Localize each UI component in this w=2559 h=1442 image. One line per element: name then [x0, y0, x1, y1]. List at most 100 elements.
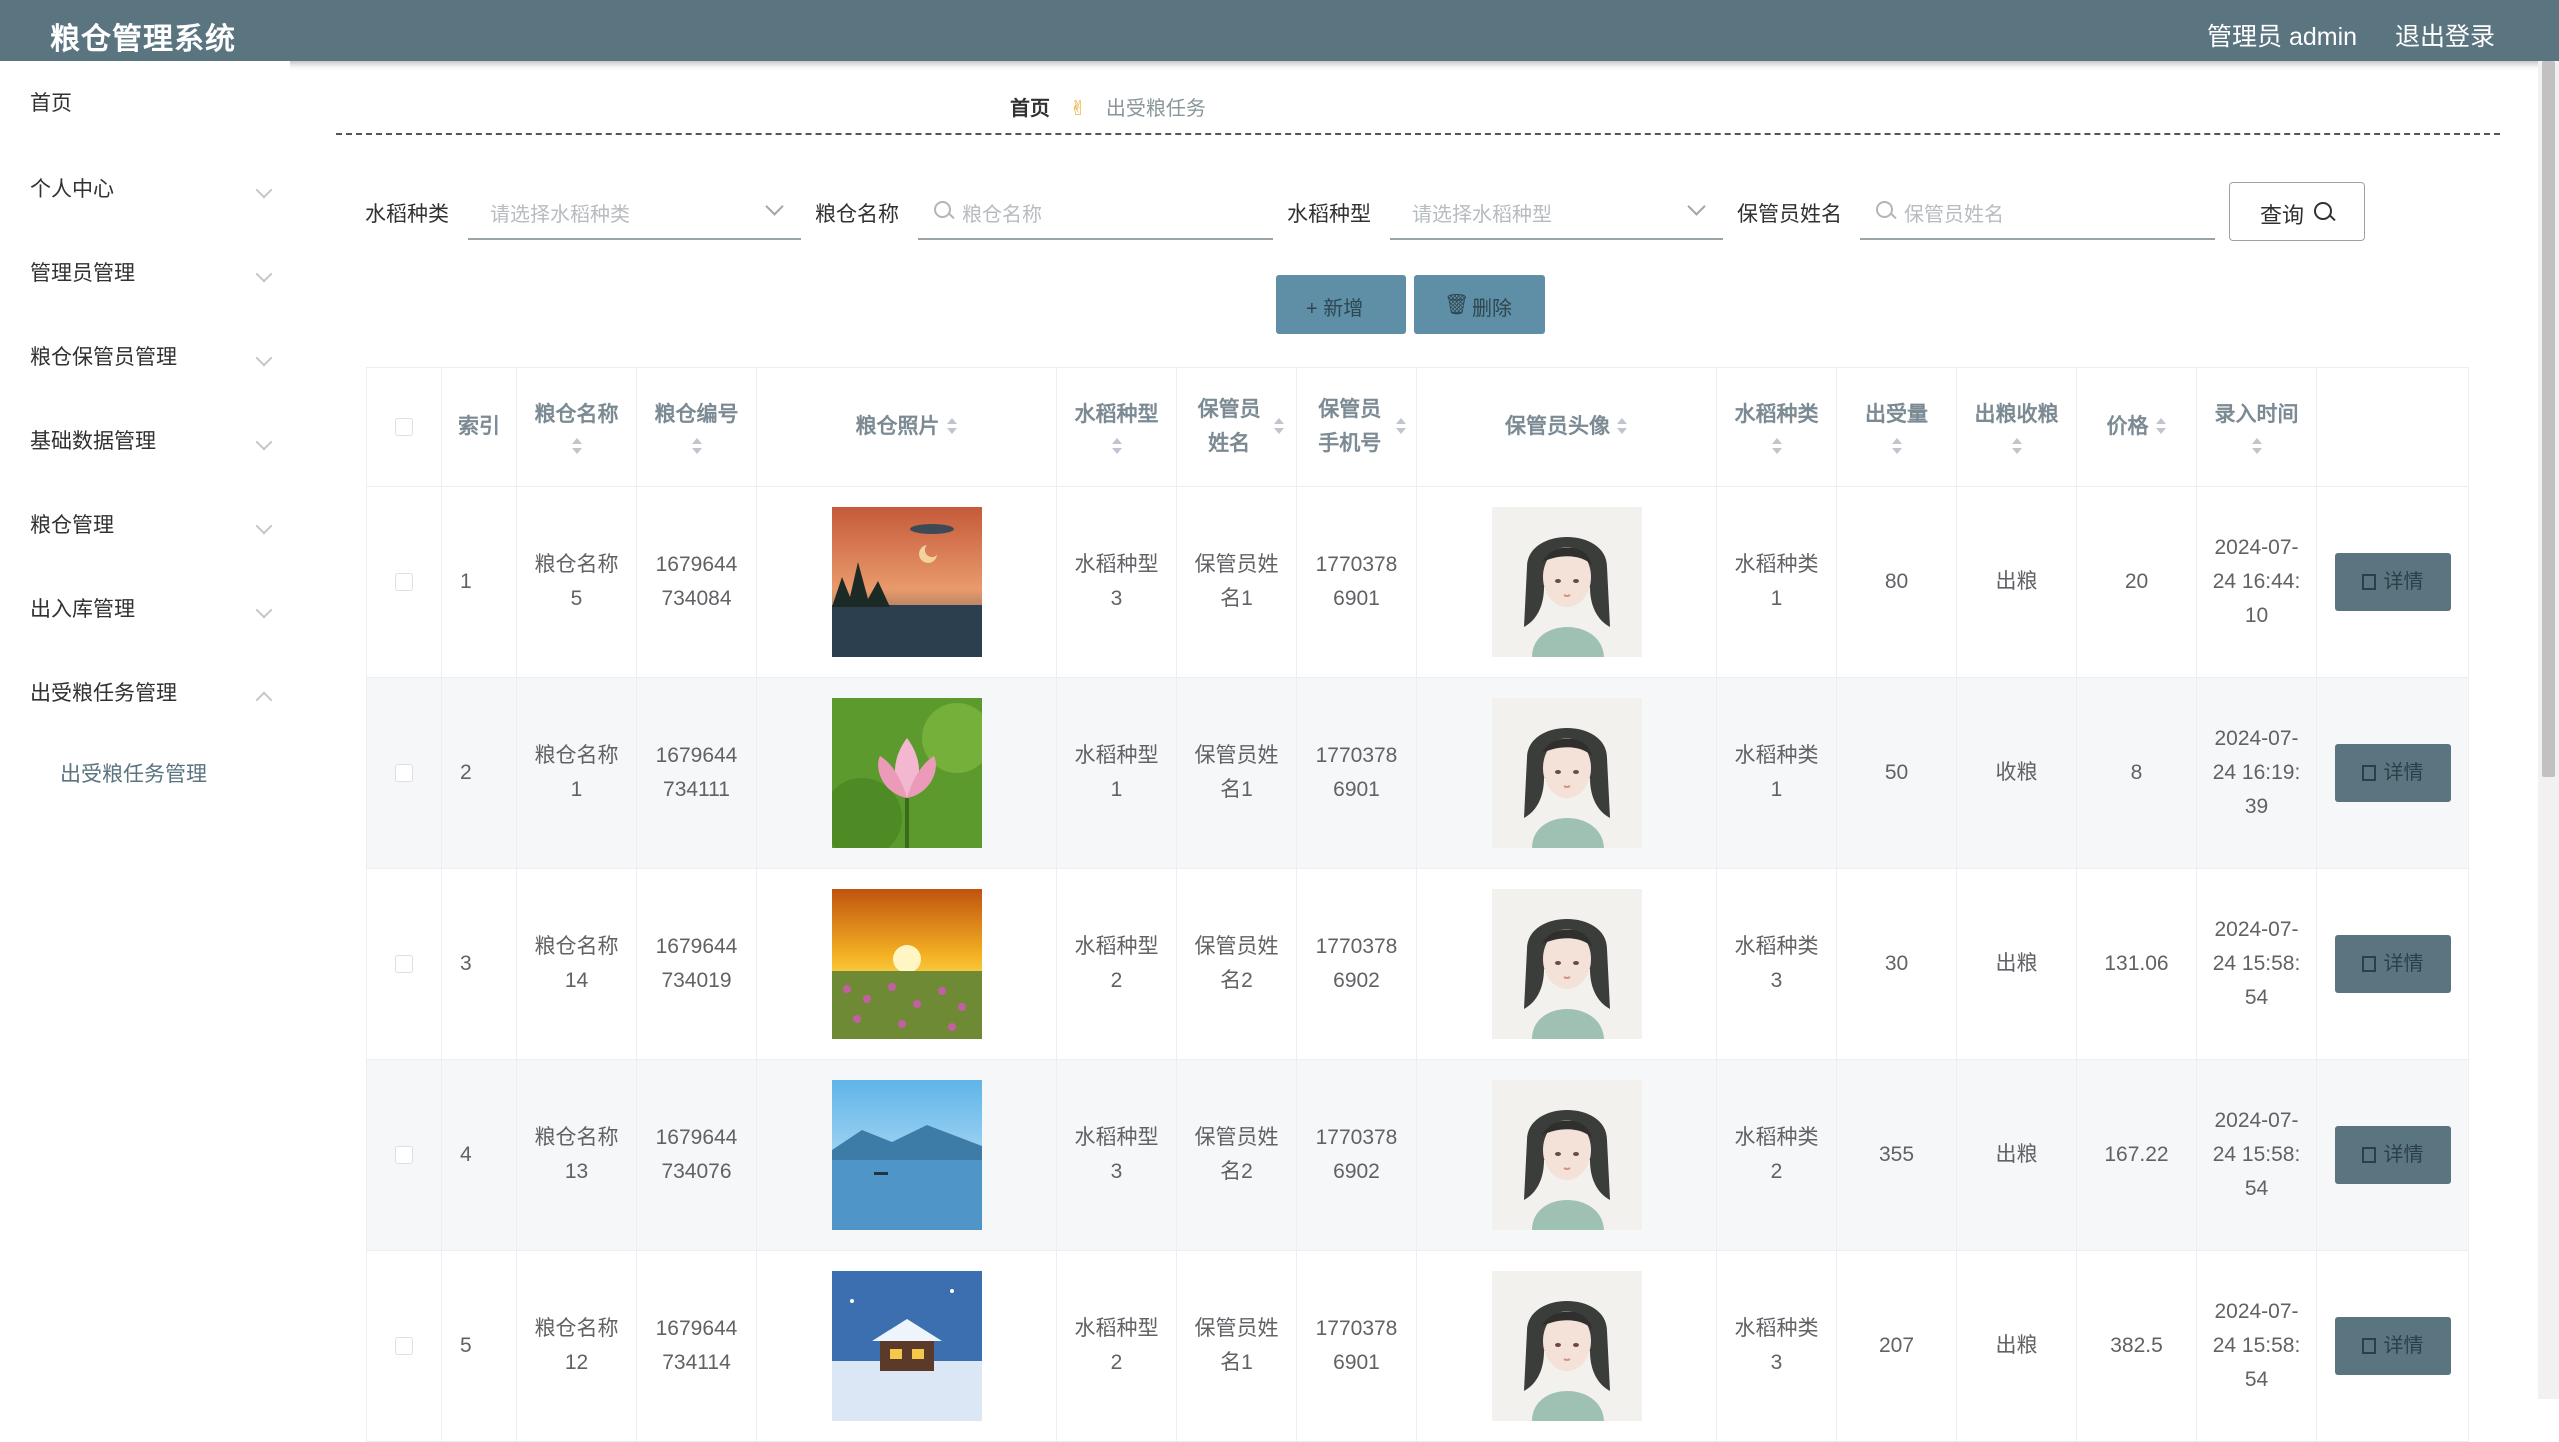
sort-icon[interactable] [1273, 418, 1284, 436]
search-icon [1876, 201, 1893, 218]
granary-name: 粮仓名称14 [534, 935, 619, 992]
breadcrumb-home[interactable]: 首页 [1010, 98, 1050, 120]
column-header[interactable]: 保管员姓名 [1177, 368, 1297, 486]
table-row: 1 粮仓名称5 1679644734084 水稻种型3 保管员姓名1 1770378690… [367, 487, 2469, 678]
table-cell: 保管员姓名1 [1177, 487, 1297, 677]
detail-button-label: 详情 [2383, 953, 2424, 975]
table-cell [1417, 487, 1717, 677]
keeper-avatar[interactable] [1491, 889, 1642, 1039]
query-button[interactable]: 查询 [2229, 182, 2365, 241]
keeper-phone: 17703786902 [1315, 935, 1398, 992]
granary-name-input[interactable]: 粮仓名称 [918, 182, 1273, 240]
sidebar-item-personal-center[interactable]: 个人中心 [30, 170, 273, 210]
granary-photo[interactable] [831, 507, 982, 657]
row-checkbox[interactable] [395, 573, 413, 591]
grain-direction: 出粮 [1995, 1143, 2038, 1166]
keeper-avatar[interactable] [1491, 698, 1642, 848]
scrollbar-thumb[interactable] [2542, 61, 2555, 777]
table-cell: 水稻种型3 [1057, 487, 1177, 677]
sort-icon[interactable] [2251, 438, 2263, 456]
row-checkbox[interactable] [395, 764, 413, 782]
sort-icon[interactable] [1111, 438, 1123, 456]
select-all-checkbox[interactable] [395, 418, 413, 436]
keeper-avatar[interactable] [1491, 1080, 1642, 1230]
column-header[interactable]: 出粮收粮 [1957, 368, 2077, 486]
keeper-phone: 17703786901 [1315, 1317, 1398, 1374]
column-header: 索引 [442, 368, 517, 486]
column-header[interactable]: 出受量 [1837, 368, 1957, 486]
sort-icon[interactable] [2011, 438, 2023, 456]
column-header[interactable]: 水稻种类 [1717, 368, 1837, 486]
row-checkbox[interactable] [395, 1337, 413, 1355]
sidebar-item-grain-task[interactable]: 出受粮任务管理 [30, 674, 273, 714]
rice-kind-select[interactable]: 请选择水稻种类 [468, 182, 801, 240]
column-header[interactable]: 保管员手机号 [1297, 368, 1417, 486]
page-scrollbar[interactable] [2538, 61, 2559, 1399]
sort-icon[interactable] [691, 438, 703, 456]
detail-button[interactable]: 详情 [2334, 744, 2451, 802]
detail-button[interactable]: 详情 [2334, 1317, 2451, 1375]
row-checkbox[interactable] [395, 1146, 413, 1164]
column-header[interactable]: 粮仓照片 [757, 368, 1057, 486]
granary-photo[interactable] [831, 889, 982, 1039]
document-icon [2361, 1338, 2376, 1354]
column-header[interactable]: 保管员头像 [1417, 368, 1717, 486]
keeper-name-input[interactable]: 保管员姓名 [1860, 182, 2215, 240]
sort-icon[interactable] [946, 418, 958, 436]
entry-time: 2024-07-24 16:19:39 [2212, 727, 2301, 818]
detail-button[interactable]: 详情 [2334, 553, 2451, 611]
logout-link[interactable]: 退出登录 [2395, 17, 2495, 53]
row-index: 4 [460, 1143, 472, 1166]
sidebar-item-home[interactable]: 首页 [30, 84, 270, 124]
granary-name-placeholder: 粮仓名称 [962, 204, 1042, 226]
add-button[interactable]: + 新增 [1276, 275, 1406, 334]
sort-icon[interactable] [1891, 438, 1903, 456]
sidebar-subitem-grain-task[interactable]: 出受粮任务管理 [60, 758, 207, 788]
sidebar-item-label: 粮仓保管员管理 [30, 346, 177, 369]
sort-icon[interactable] [1395, 418, 1407, 436]
sidebar-item-inout[interactable]: 出入库管理 [30, 590, 273, 630]
grain-direction: 出粮 [1995, 1334, 2038, 1357]
delete-button[interactable]: 🗑 删除 [1414, 275, 1545, 334]
granary-photo[interactable] [831, 1080, 982, 1230]
table-cell: 17703786901 [1297, 678, 1417, 868]
table-cell: 详情 [2317, 869, 2469, 1059]
row-index: 3 [460, 952, 472, 975]
keeper-avatar[interactable] [1491, 507, 1642, 657]
granary-photo[interactable] [831, 698, 982, 848]
sidebar-item-label: 首页 [30, 92, 72, 115]
table-cell: 出粮 [1957, 869, 2077, 1059]
document-icon [2361, 956, 2376, 972]
sidebar-item-granary[interactable]: 粮仓管理 [30, 506, 273, 546]
row-checkbox[interactable] [395, 955, 413, 973]
column-header[interactable]: 粮仓编号 [637, 368, 757, 486]
sort-icon[interactable] [1616, 418, 1628, 436]
table-cell: 1 [442, 487, 517, 677]
sort-icon[interactable] [1771, 438, 1783, 456]
add-button-label: + 新增 [1306, 298, 1364, 320]
chevron-down-icon [765, 197, 784, 216]
rice-type-select[interactable]: 请选择水稻种型 [1390, 182, 1723, 240]
column-header[interactable]: 价格 [2077, 368, 2197, 486]
table-cell: 17703786901 [1297, 487, 1417, 677]
table-cell: 水稻种类2 [1717, 1060, 1837, 1250]
detail-button-label: 详情 [2383, 1144, 2424, 1166]
column-header[interactable]: 粮仓名称 [517, 368, 637, 486]
column-header[interactable]: 水稻种型 [1057, 368, 1177, 486]
detail-button[interactable]: 详情 [2334, 1126, 2451, 1184]
sort-icon[interactable] [2155, 418, 2167, 436]
table-cell [1417, 869, 1717, 1059]
chevron-down-icon [255, 601, 273, 619]
sort-icon[interactable] [571, 438, 583, 456]
sidebar-item-keeper[interactable]: 粮仓保管员管理 [30, 338, 273, 378]
sidebar-item-admin[interactable]: 管理员管理 [30, 254, 273, 294]
column-header[interactable]: 录入时间 [2197, 368, 2317, 486]
sidebar-item-base-data[interactable]: 基础数据管理 [30, 422, 273, 462]
chevron-down-icon [255, 349, 273, 367]
detail-button[interactable]: 详情 [2334, 935, 2451, 993]
table-cell: 水稻种类3 [1717, 1251, 1837, 1441]
table-cell: 207 [1837, 1251, 1957, 1441]
entry-time: 2024-07-24 16:44:10 [2212, 536, 2301, 627]
current-user: 管理员 admin [2207, 23, 2358, 51]
table-cell [1417, 678, 1717, 868]
